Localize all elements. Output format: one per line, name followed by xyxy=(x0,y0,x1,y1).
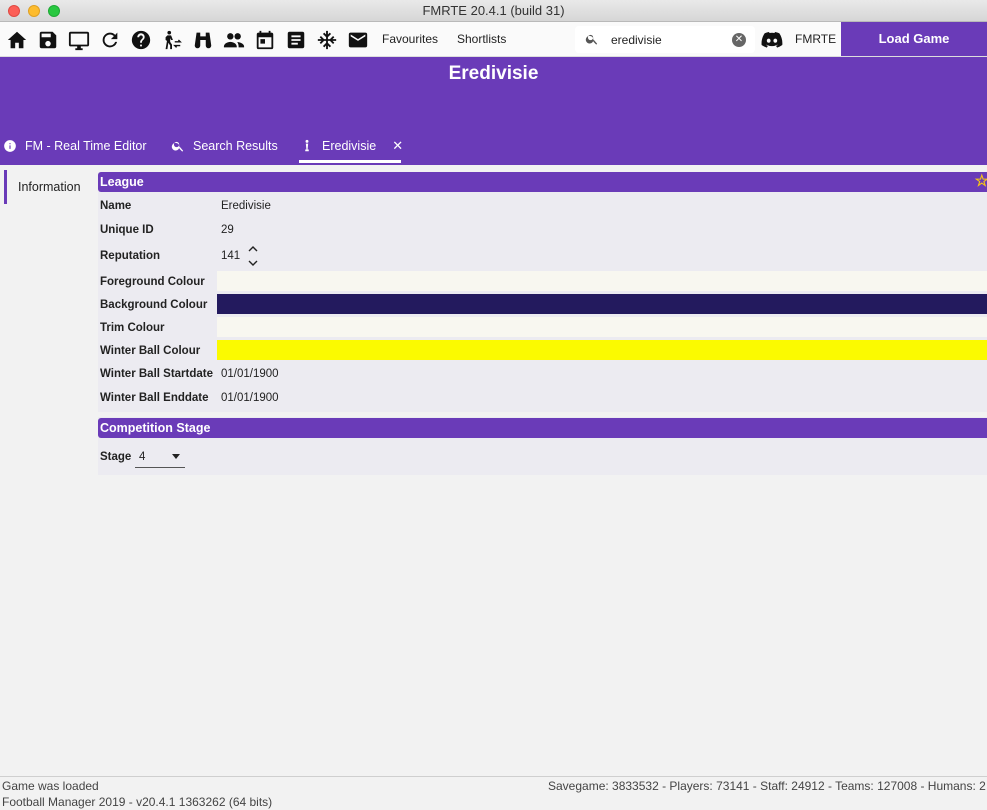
tab-label: Eredivisie xyxy=(322,139,377,153)
search-input[interactable] xyxy=(611,32,729,48)
toolbar: Favourites Shortlists ✕ FMRTE Load Game xyxy=(0,22,987,57)
winter-ball-colour-swatch[interactable] xyxy=(217,340,987,360)
search-icon xyxy=(171,141,184,152)
window-titlebar: FMRTE 20.4.1 (build 31) xyxy=(0,0,987,22)
stage-label: Stage xyxy=(100,451,132,463)
snowflake-icon[interactable] xyxy=(315,28,339,52)
competition-stage-header: Competition Stage xyxy=(98,418,987,438)
tab-search-results[interactable]: Search Results xyxy=(171,136,278,156)
winter-ball-startdate-value[interactable]: 01/01/1900 xyxy=(221,368,279,380)
winter-ball-enddate-label: Winter Ball Enddate xyxy=(100,392,209,404)
player-transfer-icon[interactable] xyxy=(160,28,184,52)
info-icon xyxy=(4,140,16,152)
minimize-window-button[interactable] xyxy=(28,5,40,17)
help-icon[interactable] xyxy=(129,28,153,52)
close-tab-icon[interactable]: ✕ xyxy=(392,138,403,154)
trophy-icon xyxy=(305,139,309,152)
search-icon xyxy=(585,34,598,45)
trim-colour-swatch[interactable] xyxy=(217,317,987,337)
tab-eredivisie[interactable]: Eredivisie ✕ xyxy=(300,136,403,156)
reputation-value[interactable]: 141 xyxy=(221,250,240,262)
search-box: ✕ xyxy=(575,26,755,53)
name-label: Name xyxy=(100,200,132,212)
status-message: Game was loaded xyxy=(2,779,99,793)
save-icon[interactable] xyxy=(36,28,60,52)
tab-fm-real-time-editor[interactable]: FM - Real Time Editor xyxy=(3,136,147,156)
load-game-button[interactable]: Load Game xyxy=(841,22,987,56)
notes-icon[interactable] xyxy=(284,28,308,52)
unique-id-label: Unique ID xyxy=(100,224,154,236)
close-window-button[interactable] xyxy=(8,5,20,17)
stage-value: 4 xyxy=(139,451,146,463)
section-title: Competition Stage xyxy=(100,421,211,435)
tab-label: Search Results xyxy=(193,139,278,153)
refresh-icon[interactable] xyxy=(98,28,122,52)
sidebar-item-information[interactable]: Information xyxy=(4,170,96,204)
savegame-stats: Savegame: 3833532 - Players: 73141 - Sta… xyxy=(548,779,986,793)
page-header: Eredivisie FM - Real Time Editor Search … xyxy=(0,57,987,165)
version-info: Football Manager 2019 - v20.4.1 1363262 … xyxy=(2,795,273,809)
foreground-colour-swatch[interactable] xyxy=(217,271,987,291)
shortlists-link[interactable]: Shortlists xyxy=(457,32,506,46)
stage-select[interactable]: 4 xyxy=(135,448,185,468)
unique-id-value: 29 xyxy=(221,224,234,236)
monitor-icon[interactable] xyxy=(67,28,91,52)
tab-label: FM - Real Time Editor xyxy=(25,139,147,153)
binoculars-icon[interactable] xyxy=(191,28,215,52)
reputation-spinner[interactable] xyxy=(247,245,259,267)
maximize-window-button[interactable] xyxy=(48,5,60,17)
winter-ball-colour-label: Winter Ball Colour xyxy=(100,345,201,357)
background-colour-label: Background Colour xyxy=(100,299,208,311)
page-title: Eredivisie xyxy=(448,63,539,84)
league-section-header: League ☆ xyxy=(98,172,987,192)
discord-icon[interactable] xyxy=(760,28,784,52)
calendar-icon[interactable] xyxy=(253,28,277,52)
fmrte-link[interactable]: FMRTE xyxy=(795,32,836,46)
clear-search-icon[interactable]: ✕ xyxy=(732,33,746,47)
window-title: FMRTE 20.4.1 (build 31) xyxy=(422,3,565,18)
name-value[interactable]: Eredivisie xyxy=(221,200,271,212)
active-tab-indicator xyxy=(299,160,401,163)
favourite-star-icon[interactable]: ☆ xyxy=(975,173,987,191)
favourites-link[interactable]: Favourites xyxy=(382,32,438,46)
reputation-label: Reputation xyxy=(100,250,161,262)
trim-colour-label: Trim Colour xyxy=(100,322,165,334)
people-icon[interactable] xyxy=(222,28,246,52)
winter-ball-startdate-label: Winter Ball Startdate xyxy=(100,368,214,380)
background-colour-swatch[interactable] xyxy=(217,294,987,314)
chevron-down-icon xyxy=(172,454,180,459)
status-bar: Game was loaded Football Manager 2019 - … xyxy=(0,776,987,810)
section-title: League xyxy=(100,175,144,189)
mail-icon[interactable] xyxy=(346,28,370,52)
winter-ball-enddate-value[interactable]: 01/01/1900 xyxy=(221,392,279,404)
home-icon[interactable] xyxy=(5,28,29,52)
foreground-colour-label: Foreground Colour xyxy=(100,276,205,288)
